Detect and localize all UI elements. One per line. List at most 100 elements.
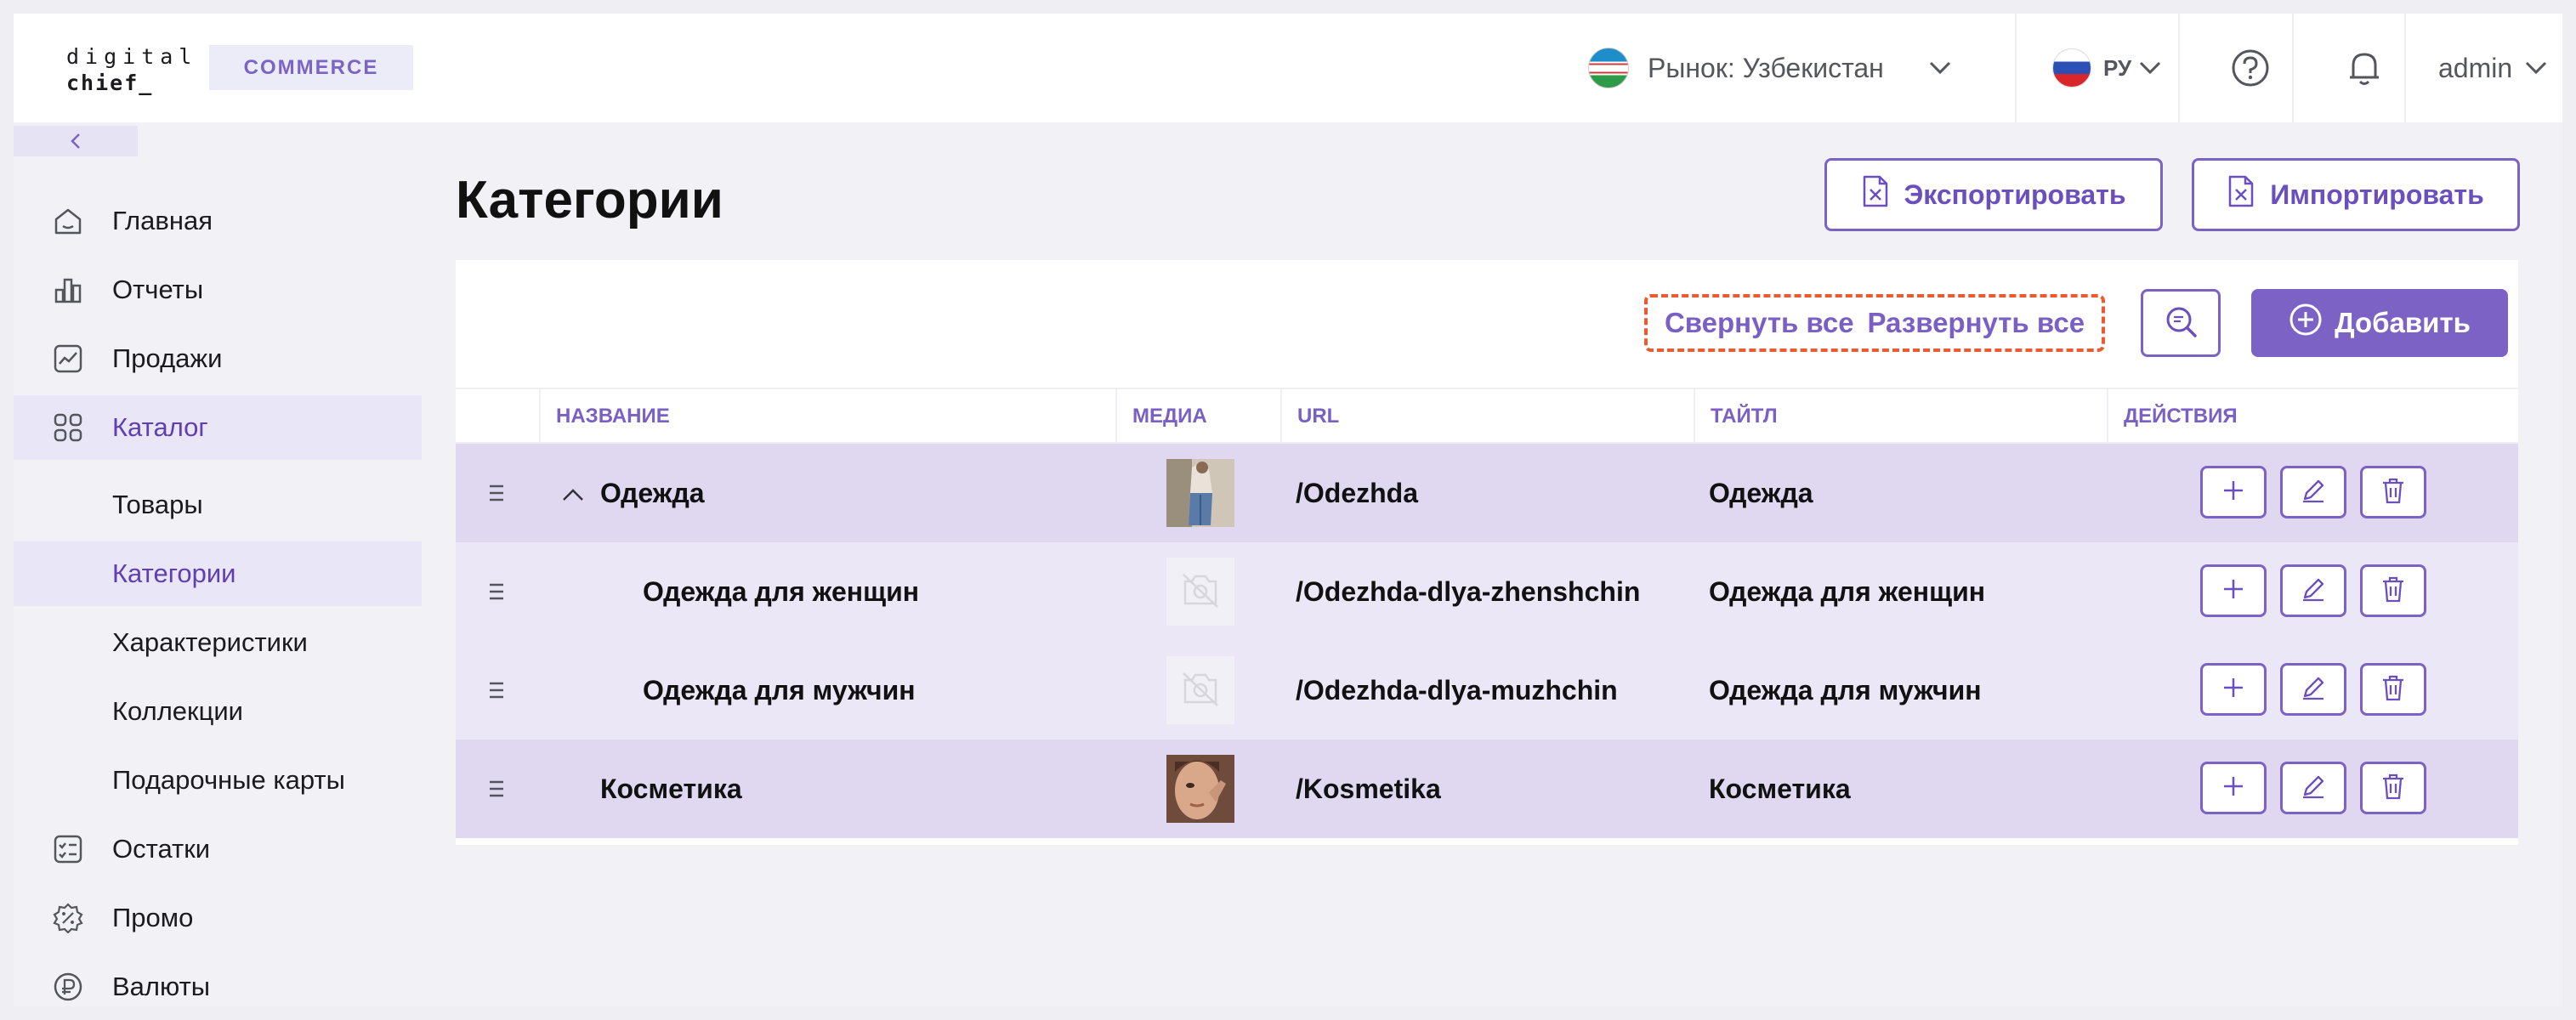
trash-icon (2380, 673, 2407, 706)
expand-all-link[interactable]: Развернуть все (1867, 307, 2085, 339)
sidebar-collapse-button[interactable] (14, 126, 138, 156)
header-divider (2015, 14, 2017, 122)
drag-handle-icon[interactable] (488, 444, 505, 542)
header-divider (2404, 14, 2406, 122)
user-menu[interactable]: admin (2425, 14, 2562, 122)
collapse-all-link[interactable]: Свернуть все (1665, 307, 1854, 339)
column-header-url[interactable]: URL (1280, 389, 1694, 444)
sidebar-item-label: Валюты (112, 972, 211, 1001)
delete-button[interactable] (2360, 663, 2426, 716)
market-selector[interactable]: Рынок: Узбекистан (1588, 14, 2030, 122)
add-subcategory-button[interactable] (2200, 762, 2267, 814)
sidebar-item-stock[interactable]: Остатки (14, 817, 422, 881)
drag-handle-icon[interactable] (488, 641, 505, 740)
bell-icon (2346, 48, 2382, 88)
category-title: Одежда для мужчин (1709, 674, 1982, 706)
column-header-actions: ДЕЙСТВИЯ (2107, 389, 2518, 444)
market-label: Рынок: Узбекистан (1648, 52, 1884, 83)
logo[interactable]: digital chief_ (66, 46, 197, 94)
sidebar-item-catalog[interactable]: Каталог (14, 395, 422, 460)
delete-button[interactable] (2360, 466, 2426, 518)
search-button[interactable] (2141, 289, 2221, 357)
category-image[interactable] (1166, 755, 1234, 823)
category-name[interactable]: Одежда для мужчин (643, 641, 916, 740)
pencil-icon (2300, 575, 2327, 607)
sidebar-item-categories[interactable]: Категории (14, 541, 422, 606)
category-url: /Odezhda (1296, 477, 1419, 508)
add-subcategory-button[interactable] (2200, 564, 2267, 617)
column-header-name[interactable]: НАЗВАНИЕ (539, 389, 1138, 444)
edit-button[interactable] (2280, 564, 2346, 617)
sidebar-item-products[interactable]: Товары (14, 473, 422, 537)
plus-icon (2221, 576, 2246, 606)
delete-button[interactable] (2360, 762, 2426, 814)
sidebar-item-label: Каталог (112, 412, 208, 442)
sidebar-item-label: Промо (112, 903, 194, 932)
table-header: НАЗВАНИЕ МЕДИА URL ТАЙТЛ ДЕЙСТВИЯ (456, 388, 2518, 444)
table-row: Косметика /Kosmetika Косметика (456, 740, 2518, 838)
category-name[interactable]: Одежда (600, 444, 705, 542)
header-divider (2292, 14, 2294, 122)
promo-icon (53, 903, 83, 934)
category-image[interactable] (1166, 459, 1234, 527)
no-image-placeholder[interactable] (1166, 558, 1234, 626)
sidebar-item-collections[interactable]: Коллекции (14, 679, 422, 744)
add-button[interactable]: Добавить (2251, 289, 2508, 357)
currency-icon (53, 972, 83, 1002)
help-icon (2231, 48, 2270, 88)
commerce-badge: COMMERCE (209, 45, 413, 90)
chevron-left-icon (69, 132, 82, 150)
add-subcategory-button[interactable] (2200, 663, 2267, 716)
delete-button[interactable] (2360, 564, 2426, 617)
drag-handle-icon[interactable] (488, 740, 505, 838)
export-button[interactable]: Экспортировать (1824, 158, 2163, 231)
help-button[interactable] (2195, 14, 2306, 122)
sidebar-item-currencies[interactable]: Валюты (14, 955, 422, 1006)
expand-collapse-group: Свернуть все Развернуть все (1644, 294, 2105, 352)
table-row: Одежда для женщин /Odezhda-dlya-zhenshch… (456, 542, 2518, 641)
add-label: Добавить (2335, 307, 2471, 338)
sidebar-item-sales[interactable]: Продажи (14, 326, 422, 391)
category-url: /Odezhda-dlya-zhenshchin (1296, 575, 1641, 607)
sidebar-item-label: Товары (112, 490, 203, 519)
reports-icon (53, 275, 83, 305)
drag-handle-icon[interactable] (488, 542, 505, 641)
sidebar-item-reports[interactable]: Отчеты (14, 258, 422, 322)
pencil-icon (2300, 477, 2327, 508)
catalog-icon (53, 412, 83, 443)
logo-line1: digital (66, 44, 198, 69)
page-title: Категории (456, 171, 723, 230)
trash-icon (2380, 476, 2407, 509)
edit-button[interactable] (2280, 762, 2346, 814)
language-selector[interactable]: РУ (2037, 14, 2190, 122)
pencil-icon (2300, 674, 2327, 706)
plus-circle-icon (2289, 303, 2323, 343)
add-subcategory-button[interactable] (2200, 466, 2267, 518)
excel-file-icon (1862, 174, 1889, 215)
column-header-media: МЕДИА (1115, 389, 1280, 444)
column-header-title[interactable]: ТАЙТЛ (1694, 389, 2107, 444)
top-header: digital chief_ COMMERCE Рынок: Узбекиста… (14, 14, 2562, 122)
sidebar-item-promo[interactable]: Промо (14, 886, 422, 950)
plus-icon (2221, 774, 2246, 803)
no-image-placeholder[interactable] (1166, 656, 1234, 724)
chevron-down-icon (2524, 60, 2548, 76)
import-button[interactable]: Импортировать (2192, 158, 2520, 231)
category-name[interactable]: Косметика (600, 740, 742, 838)
collapse-row-toggle[interactable] (561, 444, 585, 542)
stock-icon (53, 834, 83, 864)
import-label: Импортировать (2270, 178, 2484, 210)
header-divider (2178, 14, 2180, 122)
edit-button[interactable] (2280, 663, 2346, 716)
notifications-button[interactable] (2309, 14, 2420, 122)
sidebar-item-attributes[interactable]: Характеристики (14, 610, 422, 675)
sidebar-item-gift-cards[interactable]: Подарочные карты (14, 748, 422, 813)
sales-icon (53, 343, 83, 374)
category-name[interactable]: Одежда для женщин (643, 542, 919, 641)
trash-icon (2380, 772, 2407, 805)
edit-button[interactable] (2280, 466, 2346, 518)
category-url: /Odezhda-dlya-muzhchin (1296, 674, 1618, 706)
russia-flag-icon (2052, 48, 2091, 88)
plus-icon (2221, 675, 2246, 705)
sidebar-item-home[interactable]: Главная (14, 189, 422, 253)
